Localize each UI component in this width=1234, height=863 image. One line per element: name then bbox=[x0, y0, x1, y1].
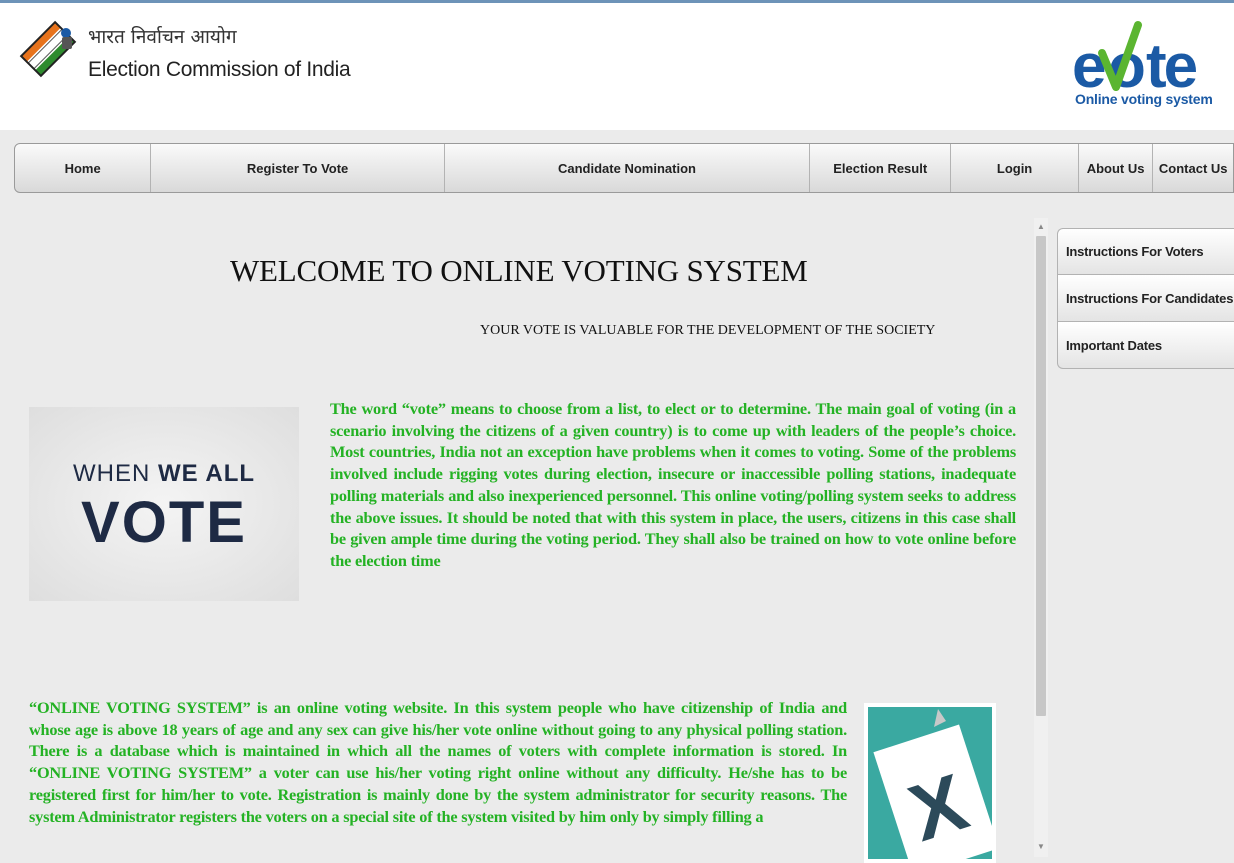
nav-login[interactable]: Login bbox=[951, 144, 1079, 192]
vote-image-line1: WHEN WE ALL bbox=[72, 460, 256, 487]
vote-image-line2: VOTE bbox=[81, 490, 247, 555]
main-content: WELCOME TO ONLINE VOTING SYSTEM YOUR VOT… bbox=[0, 195, 1034, 863]
ballot-image: X bbox=[864, 703, 996, 863]
content-scrollbar[interactable]: ▲ ▼ bbox=[1034, 218, 1048, 857]
header: भारत निर्वाचन आयोग Election Commission o… bbox=[0, 3, 1234, 130]
ballot-paper-icon: X bbox=[873, 709, 992, 859]
main-nav: Home Register To Vote Candidate Nominati… bbox=[14, 143, 1234, 193]
when-we-all-vote-image: WHEN WE ALL VOTE bbox=[29, 407, 299, 601]
sidebar-item-instructions-voters[interactable]: Instructions For Voters bbox=[1057, 228, 1234, 275]
intro-paragraph: The word “vote” means to choose from a l… bbox=[330, 399, 1016, 570]
page-tagline: YOUR VOTE IS VALUABLE FOR THE DEVELOPMEN… bbox=[480, 323, 936, 338]
nav-contact-us[interactable]: Contact Us bbox=[1153, 144, 1233, 192]
nav-home[interactable]: Home bbox=[15, 144, 152, 192]
about-paragraph: “ONLINE VOTING SYSTEM” is an online voti… bbox=[29, 698, 847, 826]
ballot-background: X bbox=[868, 707, 992, 859]
org-name-english: Election Commission of India bbox=[88, 58, 351, 81]
page-title: WELCOME TO ONLINE VOTING SYSTEM bbox=[230, 253, 808, 288]
sidebar-item-important-dates[interactable]: Important Dates bbox=[1057, 322, 1234, 369]
nav-election-result[interactable]: Election Result bbox=[810, 144, 952, 192]
scroll-down-icon[interactable]: ▼ bbox=[1034, 840, 1048, 854]
scroll-thumb[interactable] bbox=[1036, 236, 1046, 716]
scroll-up-icon[interactable]: ▲ bbox=[1034, 220, 1048, 234]
sidebar-menu: Instructions For Voters Instructions For… bbox=[1057, 228, 1234, 369]
org-name-hindi: भारत निर्वाचन आयोग bbox=[88, 26, 237, 48]
eci-logo bbox=[19, 20, 77, 78]
nav-candidate-nomination[interactable]: Candidate Nomination bbox=[445, 144, 811, 192]
evote-subtitle: Online voting system bbox=[1075, 91, 1213, 107]
sidebar-item-instructions-candidates[interactable]: Instructions For Candidates bbox=[1057, 275, 1234, 322]
nav-about-us[interactable]: About Us bbox=[1079, 144, 1154, 192]
nav-register-to-vote[interactable]: Register To Vote bbox=[151, 144, 445, 192]
